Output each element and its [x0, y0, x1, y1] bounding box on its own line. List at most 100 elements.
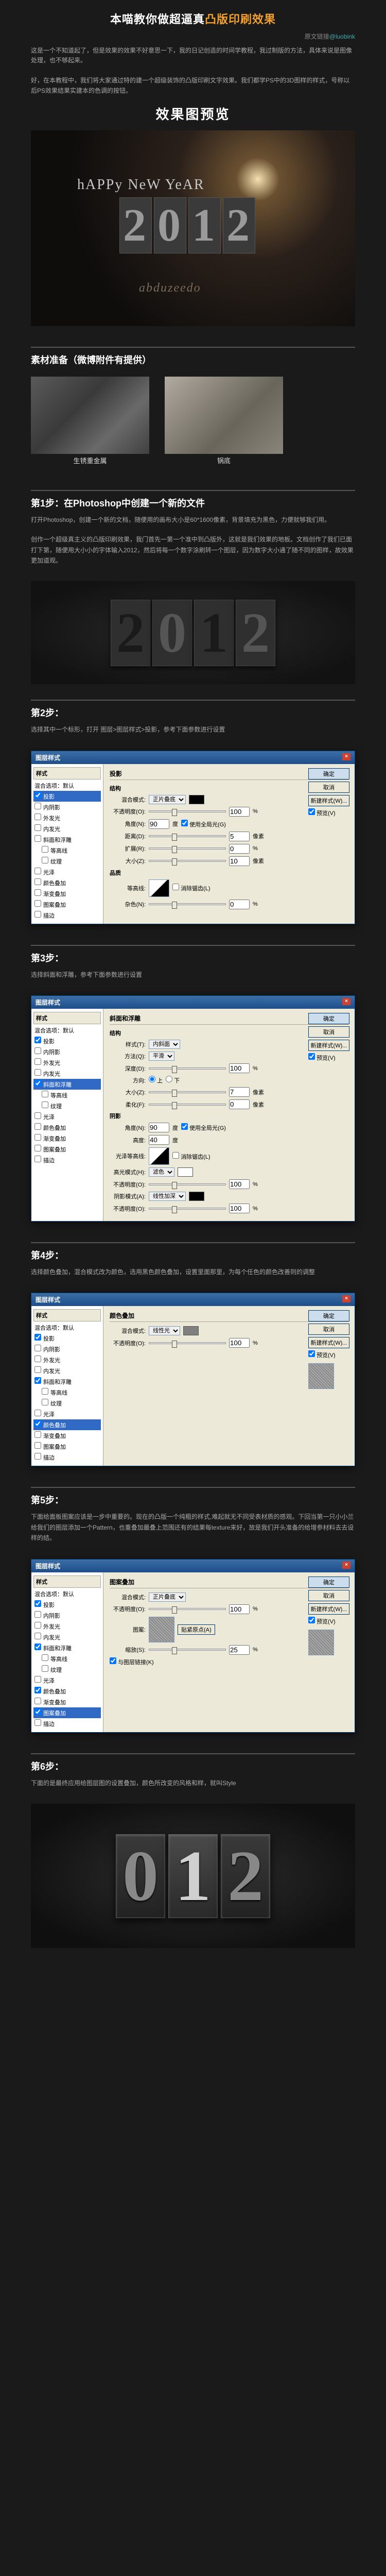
hmode-select[interactable]: 滤色	[149, 1167, 174, 1177]
blendmode-select[interactable]: 正片叠底	[149, 1592, 186, 1602]
color-swatch[interactable]	[189, 795, 204, 804]
material-1-label: 生锈重金属	[31, 455, 149, 465]
step2-desc: 选择其中一个标形，打开 图层>图层样式>投影，参考下面参数进行设置	[31, 724, 355, 735]
step5-desc: 下面给面板图案应该是一步中重要的。现在的凸版一个纯粗的样式,难起就无不同受表材质…	[31, 1512, 355, 1543]
close-icon[interactable]: ×	[342, 753, 350, 760]
soften-input[interactable]	[229, 1099, 250, 1109]
opt-coloroverlay[interactable]: 颜色叠加	[33, 877, 101, 888]
size-slider[interactable]	[149, 860, 226, 862]
step2-title: 第2步：	[31, 700, 355, 719]
step3-title: 第3步：	[31, 945, 355, 964]
step1-title: 第1步：在Photoshop中创建一个新的文件	[31, 490, 355, 510]
preview-thumb	[308, 1363, 334, 1389]
preview-thumb	[308, 1630, 334, 1655]
newstyle-button[interactable]: 新建样式(W)...	[308, 1603, 349, 1615]
cancel-button[interactable]: 取消	[308, 782, 349, 793]
page-title: 本喵教你做超逼真凸版印刷效果	[31, 10, 355, 27]
pattern-picker[interactable]	[149, 1617, 174, 1642]
opt-outerglow[interactable]: 外发光	[33, 812, 101, 823]
angle-input[interactable]	[149, 819, 169, 829]
step6-desc: 下面的是最终应用给图层图的设置叠加，颜色所改变的风格和样，就叫Style	[31, 1778, 355, 1788]
smode-select[interactable]: 线性加深	[149, 1192, 186, 1201]
step1-digits-image: 2012	[31, 581, 355, 684]
noise-input[interactable]	[229, 900, 250, 909]
preview-brand: abduzeedo	[139, 281, 201, 295]
cancel-button[interactable]: 取消	[308, 1590, 349, 1601]
opt-gradoverlay[interactable]: 渐变叠加	[33, 888, 101, 899]
distance-slider[interactable]	[149, 835, 226, 837]
step1-p1: 打开Photoshop，创建一个新的文档，随便用的画布大小是60*1600像素，…	[31, 515, 355, 525]
angle-input[interactable]	[149, 1123, 169, 1132]
newstyle-button[interactable]: 新建样式(W)...	[308, 1040, 349, 1051]
opacity-input[interactable]	[229, 807, 250, 817]
opt-dropshadow[interactable]: 投影	[33, 791, 101, 802]
step2-dialog: 图层样式 × 样式 混合选项：默认 投影 内阴影 外发光 内发光 斜面和浮雕 等…	[31, 751, 355, 924]
scale-input[interactable]	[229, 1645, 250, 1655]
opt-contour[interactable]: 等高线	[33, 845, 101, 856]
newstyle-button[interactable]: 新建样式(W)...	[308, 795, 349, 806]
ok-button[interactable]: 确定	[308, 1310, 349, 1321]
opt-patoverlay[interactable]: 图案叠加	[33, 899, 101, 910]
hop-input[interactable]	[229, 1179, 250, 1189]
blendmode-select[interactable]: 正片叠底	[149, 795, 186, 804]
close-icon[interactable]: ×	[342, 998, 350, 1005]
noise-slider[interactable]	[149, 903, 226, 905]
scolor-swatch[interactable]	[189, 1192, 204, 1201]
step6-title: 第6步：	[31, 1753, 355, 1773]
material-pot-bottom: 锅底	[165, 377, 283, 454]
opt-stroke[interactable]: 描边	[33, 910, 101, 921]
step5-title: 第5步：	[31, 1487, 355, 1506]
opt-texture[interactable]: 纹理	[33, 856, 101, 867]
opacity-input[interactable]	[229, 1604, 250, 1614]
ok-button[interactable]: 确定	[308, 1013, 349, 1024]
style-select[interactable]: 内斜面	[149, 1040, 180, 1049]
opt-bevel[interactable]: 斜面和浮雕	[33, 834, 101, 845]
opt-satin[interactable]: 光泽	[33, 867, 101, 877]
spread-slider[interactable]	[149, 848, 226, 850]
opacity-slider[interactable]	[149, 810, 226, 812]
dialog-style-list: 样式 混合选项：默认 投影 内阴影 外发光 内发光 斜面和浮雕 等高线 纹理 光…	[31, 764, 103, 924]
step4-dialog: 图层样式× 样式 混合选项：默认 投影 内阴影 外发光 内发光 斜面和浮雕 等高…	[31, 1293, 355, 1466]
blendmode-select[interactable]: 线性光	[149, 1326, 180, 1335]
intro-paragraph-2: 好，在本教程中，我们将大家通过特的建一个超级装饰的凸版印刷文字效果。我们都学PS…	[0, 71, 386, 100]
dialog-titlebar: 图层样式 ×	[31, 751, 355, 764]
distance-input[interactable]	[229, 832, 250, 841]
intro-paragraph-1: 这是一个不知道起了，但是效果的效果不好意思一下，我的日记创造的时间学教程，我过制…	[0, 41, 386, 71]
step4-title: 第4步：	[31, 1242, 355, 1262]
method-select[interactable]: 平滑	[149, 1052, 174, 1061]
depth-input[interactable]	[229, 1063, 250, 1073]
preview-heading: 效果图预览	[0, 101, 386, 130]
size-input[interactable]	[229, 856, 250, 866]
close-icon[interactable]: ×	[342, 1295, 350, 1302]
opt-blend[interactable]: 混合选项：默认	[33, 781, 101, 791]
cancel-button[interactable]: 取消	[308, 1324, 349, 1335]
color-swatch[interactable]	[183, 1326, 199, 1335]
step1-p2: 创作一个超级真主义的凸版印刷效果，我门首先一第一个准中到凸版外，这就是我们效果的…	[31, 534, 355, 566]
credit-link[interactable]: @luobink	[329, 33, 355, 40]
close-icon[interactable]: ×	[342, 1562, 350, 1569]
material-rusty-metal: 生锈重金属	[31, 377, 149, 454]
material-2-label: 锅底	[165, 455, 283, 465]
preview-line1: hAPPy NeW YeAR	[77, 177, 205, 193]
hcolor-swatch[interactable]	[178, 1167, 193, 1177]
contour-picker[interactable]	[149, 879, 169, 897]
altitude-input[interactable]	[149, 1135, 169, 1145]
newstyle-button[interactable]: 新建样式(W)...	[308, 1337, 349, 1348]
credit-line: 原文链接@luobink	[0, 32, 386, 41]
opacity-input[interactable]	[229, 1338, 250, 1348]
snap-button[interactable]: 贴紧原点(A)	[178, 1624, 215, 1635]
ok-button[interactable]: 确定	[308, 1577, 349, 1588]
spread-input[interactable]	[229, 844, 250, 854]
preview-year: 2012	[118, 197, 256, 253]
step3-desc: 选择斜面和浮雕，参考下面参数进行设置	[31, 970, 355, 980]
size-input[interactable]	[229, 1087, 250, 1097]
gloss-contour[interactable]	[149, 1147, 169, 1165]
step4-desc: 选择颜色叠加，混合模式改为颜色，选用黑色颜色叠加，设置里面那里，为每个任色的颜色…	[31, 1267, 355, 1277]
ok-button[interactable]: 确定	[308, 768, 349, 779]
preview-checkbox[interactable]: 预览(V)	[308, 810, 336, 817]
opt-innershadow[interactable]: 内阴影	[33, 802, 101, 812]
cancel-button[interactable]: 取消	[308, 1026, 349, 1038]
sop-input[interactable]	[229, 1204, 250, 1213]
opt-innerglow[interactable]: 内发光	[33, 823, 101, 834]
preview-image: hAPPy NeW YeAR 2012 abduzeedo	[31, 130, 355, 326]
